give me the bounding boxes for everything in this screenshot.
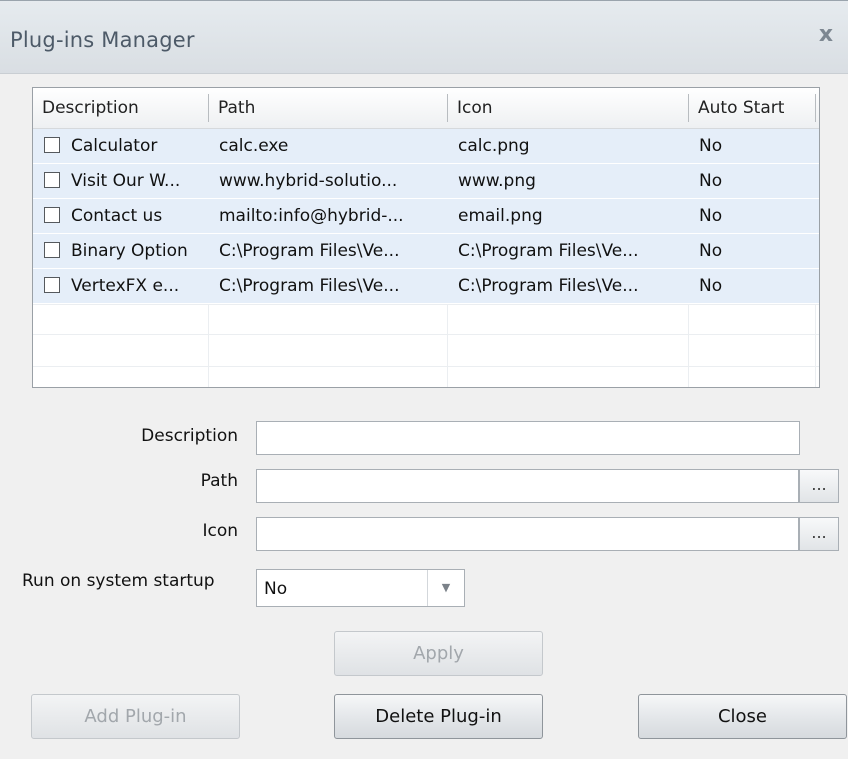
table-row[interactable]: Calculator calc.exe calc.png No	[33, 129, 819, 164]
window-title: Plug-ins Manager	[10, 28, 195, 52]
icon-label: Icon	[202, 521, 238, 541]
grid-line	[815, 304, 816, 387]
plugins-table[interactable]: Description Path Icon Auto Start Calcula…	[32, 87, 820, 388]
cell-icon: calc.png	[458, 136, 530, 156]
row-checkbox[interactable]	[44, 137, 60, 153]
column-separator[interactable]	[815, 94, 816, 122]
row-checkbox[interactable]	[44, 242, 60, 258]
grid-line	[33, 334, 819, 335]
row-checkbox[interactable]	[44, 277, 60, 293]
icon-input[interactable]	[256, 517, 799, 551]
cell-auto-start: No	[699, 276, 723, 296]
table-row[interactable]: Binary Option C:\Program Files\Ve... C:\…	[33, 234, 819, 269]
cell-path: C:\Program Files\Ve...	[219, 241, 400, 261]
row-checkbox[interactable]	[44, 207, 60, 223]
cell-description: Binary Option	[71, 241, 188, 261]
cell-path: C:\Program Files\Ve...	[219, 276, 400, 296]
path-input[interactable]	[256, 469, 799, 503]
cell-icon: email.png	[458, 206, 543, 226]
startup-select[interactable]: No ▼	[256, 569, 465, 607]
browse-icon-button[interactable]: ...	[799, 517, 839, 551]
column-header-auto-start[interactable]: Auto Start	[689, 88, 817, 128]
close-button[interactable]: Close	[638, 694, 847, 739]
grid-line	[688, 304, 689, 387]
cell-path: calc.exe	[219, 136, 289, 156]
path-label: Path	[200, 471, 238, 491]
apply-button[interactable]: Apply	[334, 631, 543, 676]
cell-auto-start: No	[699, 171, 723, 191]
browse-path-button[interactable]: ...	[799, 469, 839, 503]
cell-path: www.hybrid-solutio...	[219, 171, 398, 191]
cell-auto-start: No	[699, 241, 723, 261]
title-bar[interactable]: Plug-ins Manager x	[0, 1, 848, 74]
grid-line	[208, 304, 209, 387]
row-checkbox[interactable]	[44, 172, 60, 188]
cell-icon: C:\Program Files\Ve...	[458, 241, 639, 261]
cell-description: Calculator	[71, 136, 158, 156]
cell-path: mailto:info@hybrid-...	[219, 206, 404, 226]
table-row[interactable]: Contact us mailto:info@hybrid-... email.…	[33, 199, 819, 234]
cell-icon: C:\Program Files\Ve...	[458, 276, 639, 296]
plugins-manager-window: Plug-ins Manager x Description Path Icon…	[0, 0, 848, 759]
grid-line	[33, 304, 819, 305]
add-plugin-button[interactable]: Add Plug-in	[31, 694, 240, 739]
cell-auto-start: No	[699, 136, 723, 156]
column-header-description[interactable]: Description	[33, 88, 208, 128]
column-header-path[interactable]: Path	[209, 88, 447, 128]
cell-description: VertexFX e...	[71, 276, 180, 296]
grid-line	[447, 304, 448, 387]
cell-description: Contact us	[71, 206, 163, 226]
description-label: Description	[141, 426, 238, 446]
column-header-icon[interactable]: Icon	[448, 88, 688, 128]
delete-plugin-button[interactable]: Delete Plug-in	[334, 694, 543, 739]
startup-select-value: No	[264, 579, 288, 599]
cell-auto-start: No	[699, 206, 723, 226]
table-row[interactable]: VertexFX e... C:\Program Files\Ve... C:\…	[33, 269, 819, 304]
close-icon[interactable]: x	[814, 23, 838, 47]
grid-line	[33, 366, 819, 367]
cell-icon: www.png	[458, 171, 536, 191]
startup-label: Run on system startup	[22, 571, 215, 591]
table-row[interactable]: Visit Our W... www.hybrid-solutio... www…	[33, 164, 819, 199]
chevron-down-icon[interactable]: ▼	[427, 570, 464, 606]
table-header: Description Path Icon Auto Start	[33, 88, 819, 129]
description-input[interactable]	[256, 421, 800, 455]
cell-description: Visit Our W...	[71, 171, 181, 191]
